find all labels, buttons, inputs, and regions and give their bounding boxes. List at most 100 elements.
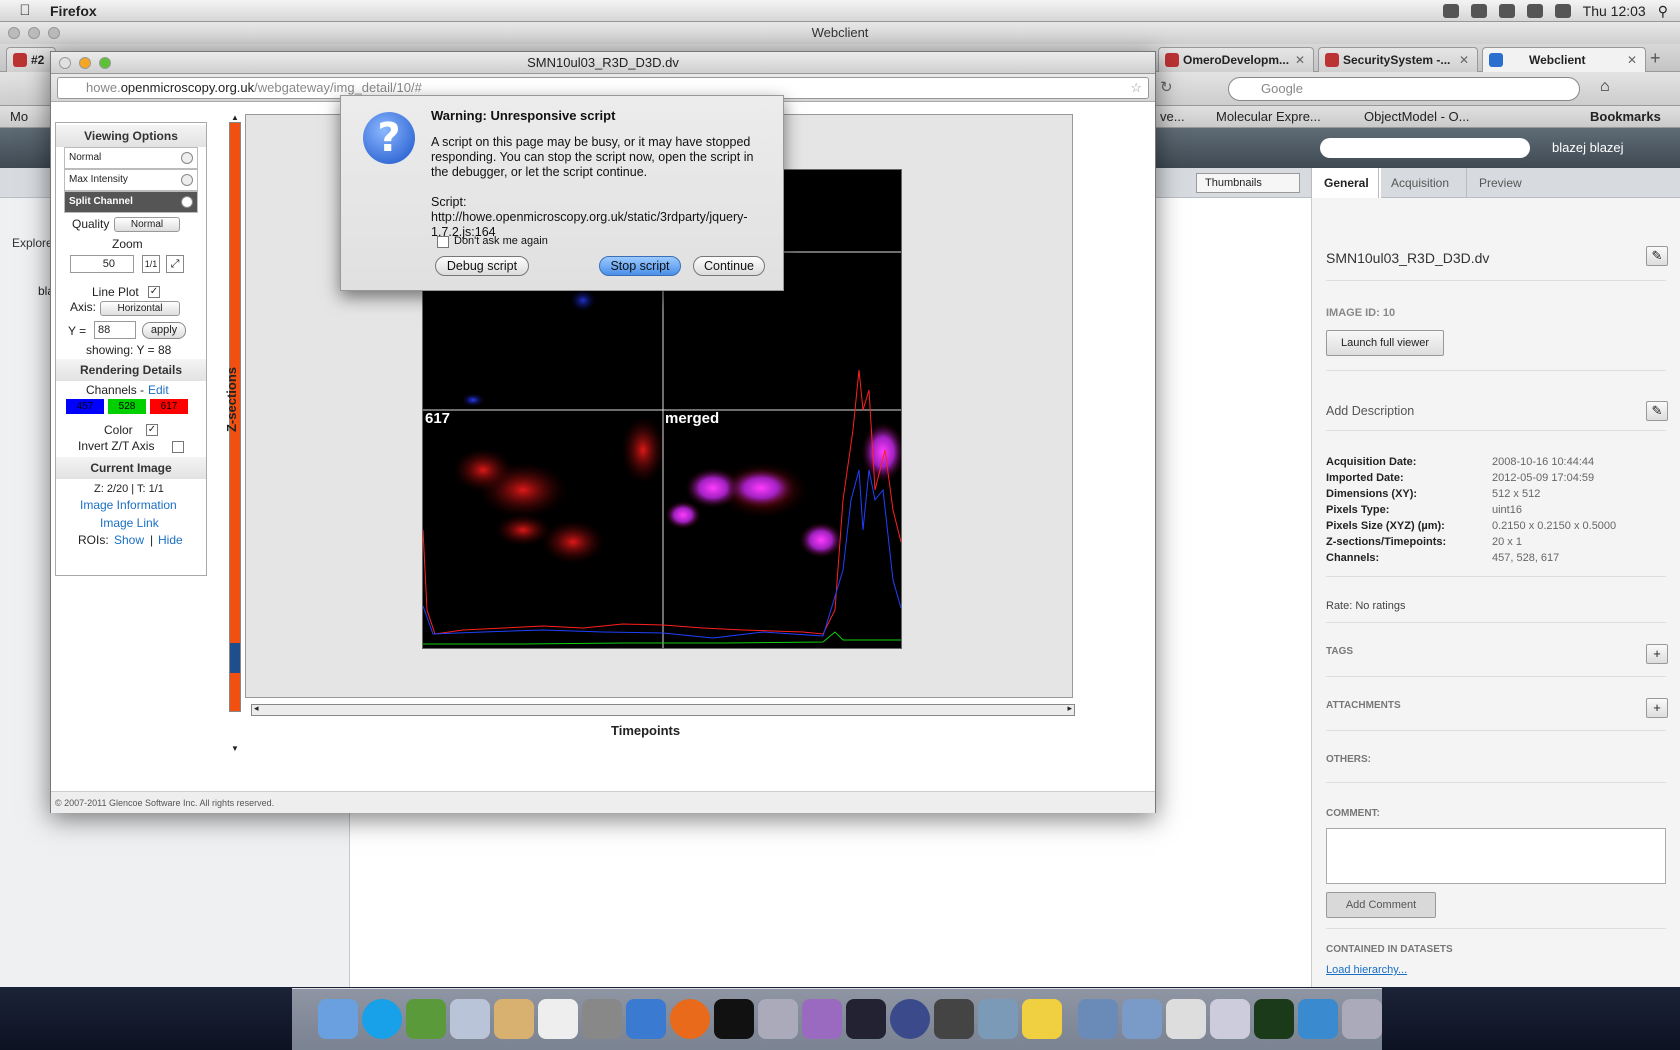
quality-select[interactable]: Normal xyxy=(114,217,180,232)
search-input[interactable]: Google xyxy=(1228,77,1580,101)
add-description[interactable]: Add Description xyxy=(1326,404,1414,418)
spotlight-icon[interactable]: ⚲ xyxy=(1658,3,1668,20)
option-normal[interactable]: Normal xyxy=(64,147,198,169)
image-link[interactable]: Image Link xyxy=(100,516,159,530)
minimize-icon[interactable] xyxy=(28,27,40,39)
file-icon[interactable] xyxy=(1166,999,1206,1039)
tab-acquisition[interactable]: Acquisition xyxy=(1378,168,1461,198)
terminal-icon[interactable] xyxy=(714,999,754,1039)
image-information-link[interactable]: Image Information xyxy=(80,498,177,512)
documents-folder-icon[interactable] xyxy=(1122,999,1162,1039)
scroll-right-icon[interactable]: ▸ xyxy=(1067,703,1072,714)
minimize-icon[interactable] xyxy=(79,57,91,69)
bookmark-star-icon[interactable]: ☆ xyxy=(1130,78,1142,98)
z-down-arrow-icon[interactable]: ▼ xyxy=(229,745,241,753)
apple-icon[interactable]:  xyxy=(0,2,50,19)
volume-icon[interactable] xyxy=(1526,4,1543,18)
invert-checkbox[interactable] xyxy=(172,441,184,453)
status-icon[interactable] xyxy=(1442,4,1459,18)
window-icon[interactable] xyxy=(1298,999,1338,1039)
bookmarks-menu[interactable]: Bookmarks xyxy=(1590,109,1661,124)
reload-icon[interactable]: ↻ xyxy=(1160,78,1173,96)
tab[interactable]: #2 xyxy=(6,47,56,72)
add-comment-button[interactable]: Add Comment xyxy=(1326,892,1436,918)
bookmark-item[interactable]: Mo xyxy=(10,109,28,124)
explore-label[interactable]: Explore xyxy=(12,236,53,250)
tab-active[interactable]: Webclient ✕ xyxy=(1482,47,1646,72)
user-menu[interactable]: blazej blazej xyxy=(1552,140,1624,155)
calendar-icon[interactable] xyxy=(538,999,578,1039)
new-tab-icon[interactable]: + xyxy=(1650,48,1661,69)
tab-preview[interactable]: Preview xyxy=(1466,168,1534,198)
firefox-icon[interactable] xyxy=(670,999,710,1039)
wifi-icon[interactable] xyxy=(1498,4,1515,18)
close-tab-icon[interactable]: ✕ xyxy=(1295,48,1305,72)
bookmark-item[interactable]: Molecular Expre... xyxy=(1216,109,1321,124)
database-icon[interactable] xyxy=(758,999,798,1039)
eclipse-icon[interactable] xyxy=(890,999,930,1039)
channel-button-528[interactable]: 528 xyxy=(108,399,146,414)
close-tab-icon[interactable]: ✕ xyxy=(1627,48,1637,72)
edit-name-icon[interactable]: ✎ xyxy=(1646,246,1668,266)
status-icon[interactable] xyxy=(1470,4,1487,18)
preferences-icon[interactable] xyxy=(582,999,622,1039)
radio-icon[interactable] xyxy=(181,152,193,164)
line-plot-checkbox[interactable]: ✓ xyxy=(148,286,160,298)
app-icon[interactable] xyxy=(802,999,842,1039)
tab-general[interactable]: General xyxy=(1311,168,1381,198)
color-checkbox[interactable]: ✓ xyxy=(146,424,158,436)
debug-script-button[interactable]: Debug script xyxy=(435,256,529,276)
z-slider-thumb[interactable] xyxy=(230,643,240,673)
radio-selected-icon[interactable] xyxy=(181,196,193,208)
option-max-intensity[interactable]: Max Intensity xyxy=(64,169,198,191)
stickies-icon[interactable] xyxy=(1022,999,1062,1039)
activity-monitor-icon[interactable] xyxy=(846,999,886,1039)
edit-channels-link[interactable]: Edit xyxy=(148,383,169,397)
battery-icon[interactable] xyxy=(1554,4,1571,18)
close-icon[interactable] xyxy=(8,27,20,39)
axis-select[interactable]: Horizontal xyxy=(100,301,180,316)
comment-textarea[interactable] xyxy=(1326,828,1666,884)
dont-ask-label[interactable]: Don't ask me again xyxy=(454,235,548,247)
dont-ask-checkbox[interactable] xyxy=(437,236,449,248)
zoom-1to1-button[interactable]: 1/1 xyxy=(142,255,160,273)
launch-full-viewer-button[interactable]: Launch full viewer xyxy=(1326,330,1444,356)
rois-show-link[interactable]: Show xyxy=(114,533,144,547)
zoom-fit-icon[interactable]: ⤢ xyxy=(166,255,184,273)
app-icon[interactable] xyxy=(626,999,666,1039)
timepoint-scrollbar[interactable]: ◂ ▸ xyxy=(251,703,1075,716)
bookmark-item[interactable]: ObjectModel - O... xyxy=(1364,109,1469,124)
app-icon[interactable] xyxy=(978,999,1018,1039)
apply-button[interactable]: apply xyxy=(142,322,186,339)
finder-icon[interactable] xyxy=(318,999,358,1039)
adium-icon[interactable] xyxy=(406,999,446,1039)
zoom-icon[interactable] xyxy=(99,57,111,69)
close-tab-icon[interactable]: ✕ xyxy=(1459,48,1469,72)
window-icon[interactable] xyxy=(1254,999,1294,1039)
zoom-icon[interactable] xyxy=(48,27,60,39)
z-up-arrow-icon[interactable]: ▲ xyxy=(229,114,241,122)
y-input[interactable]: 88 xyxy=(94,321,136,339)
addressbook-icon[interactable] xyxy=(494,999,534,1039)
edit-description-icon[interactable]: ✎ xyxy=(1646,401,1668,421)
app-menu[interactable]: Firefox xyxy=(50,3,97,19)
close-icon[interactable] xyxy=(59,57,71,69)
trash-icon[interactable] xyxy=(1342,999,1382,1039)
applications-folder-icon[interactable] xyxy=(1078,999,1118,1039)
add-attachment-icon[interactable]: + xyxy=(1646,698,1668,718)
skype-icon[interactable] xyxy=(362,999,402,1039)
radio-icon[interactable] xyxy=(181,174,193,186)
channel-button-617[interactable]: 617 xyxy=(150,399,188,414)
clock[interactable]: Thu 12:03 xyxy=(1583,3,1646,19)
rating[interactable]: Rate: No ratings xyxy=(1326,600,1405,612)
channel-button-457[interactable]: 457 xyxy=(66,399,104,414)
tab[interactable]: SecuritySystem -... ✕ xyxy=(1318,47,1478,72)
window-icon[interactable] xyxy=(1210,999,1250,1039)
tab[interactable]: OmeroDevelopm... ✕ xyxy=(1158,47,1314,72)
mail-icon[interactable] xyxy=(450,999,490,1039)
zoom-input[interactable]: 50 xyxy=(70,255,134,273)
scroll-left-icon[interactable]: ◂ xyxy=(254,703,259,714)
rois-hide-link[interactable]: Hide xyxy=(158,533,183,547)
github-icon[interactable] xyxy=(934,999,974,1039)
option-split-channel[interactable]: Split Channel xyxy=(64,191,198,213)
